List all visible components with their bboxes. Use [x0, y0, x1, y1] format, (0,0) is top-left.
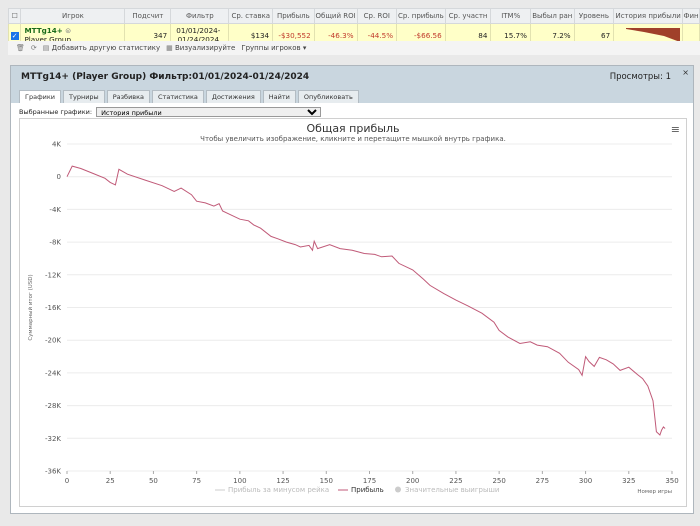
legend-item-big-wins: Значительные выигрыши [405, 486, 499, 494]
x-axis-title: Номер игры [637, 489, 672, 495]
close-icon[interactable]: × [682, 68, 689, 77]
tab-graphs[interactable]: Графики [19, 90, 62, 103]
col-fin[interactable]: Фин [682, 8, 700, 24]
y-tick-label: 0 [57, 173, 61, 181]
y-tick-label: -16K [45, 304, 61, 312]
col-profit-history[interactable]: История прибыли [613, 8, 684, 24]
player-groups-dropdown[interactable]: Группы игроков ▾ [241, 44, 306, 52]
col-total-roi[interactable]: Общий ROI [313, 8, 358, 24]
views-count: Просмотры: 1 [609, 72, 671, 82]
y-tick-label: -24K [45, 369, 61, 377]
col-level[interactable]: Уровень [573, 8, 615, 24]
legend-item-net-profit: Прибыль за минусом рейка [228, 486, 329, 494]
selected-graphs-label: Выбранные графики: [19, 108, 93, 116]
player-groups-label: Группы игроков [241, 44, 301, 52]
tab-publish[interactable]: Опубликовать [297, 90, 359, 103]
x-tick-label: 75 [192, 477, 201, 485]
tab-find[interactable]: Найти [262, 90, 296, 103]
x-tick-label: 50 [149, 477, 158, 485]
col-avg-profit[interactable]: Ср. прибыль [396, 8, 446, 24]
col-avg-roi[interactable]: Ср. ROI [356, 8, 398, 24]
graph-select[interactable]: История прибыли [96, 107, 322, 117]
cell-filter-from: 01/01/2024- [176, 26, 221, 35]
y-tick-label: -36K [45, 468, 61, 476]
x-tick-label: 325 [622, 477, 635, 485]
chart-title: Общая прибыль [306, 122, 400, 135]
y-tick-label: -12K [45, 271, 61, 279]
x-tick-label: 275 [536, 477, 549, 485]
col-early-out[interactable]: Выбыл ран [529, 8, 575, 24]
panel-header: MTTg14+ (Player Group) Фильтр:01/01/2024… [11, 66, 693, 88]
player-panel: × MTTg14+ (Player Group) Фильтр:01/01/20… [10, 65, 694, 514]
y-tick-label: -8K [49, 239, 61, 247]
y-tick-label: -4K [49, 206, 61, 214]
x-tick-label: 25 [106, 477, 115, 485]
x-tick-label: 175 [363, 477, 376, 485]
y-tick-label: -20K [45, 337, 61, 345]
tab-tournaments[interactable]: Турниры [63, 90, 105, 103]
profit-chart[interactable]: 4K0-4K-8K-12K-16K-20K-24K-28K-32K-36K0 25… [20, 119, 686, 506]
x-tick-label: 250 [492, 477, 505, 485]
x-tick-label: 200 [406, 477, 419, 485]
col-filter[interactable]: Фильтр [170, 8, 230, 24]
y-tick-label: -32K [45, 435, 61, 443]
menu-icon[interactable]: ≡ [671, 123, 680, 136]
tab-statistics[interactable]: Статистика [152, 90, 204, 103]
col-avg-stake[interactable]: Ср. ставка [228, 8, 274, 24]
table-toolbar: 🗑 ⟳ ▤ Добавить другую статистику ▦ Визуа… [8, 41, 700, 55]
chart-container[interactable]: Общая прибыль Чтобы увеличить изображени… [19, 118, 687, 507]
group-icon[interactable]: ⊜ [65, 26, 71, 35]
x-tick-label: 300 [579, 477, 592, 485]
col-profit[interactable]: Прибыль [272, 8, 315, 24]
visualize-button[interactable]: ▦ Визуализируйте [166, 44, 235, 52]
legend-item-profit: Прибыль [351, 486, 384, 494]
add-stats-icon: ▤ [42, 44, 50, 52]
col-count[interactable]: Подсчит [124, 8, 172, 24]
chart-subtitle: Чтобы увеличить изображение, кликните и … [200, 135, 506, 143]
tab-breakdown[interactable]: Разбивка [106, 90, 151, 103]
tab-achievements[interactable]: Достижения [205, 90, 261, 103]
col-player[interactable]: Игрок [20, 8, 126, 24]
panel-title: MTTg14+ (Player Group) Фильтр:01/01/2024… [21, 72, 310, 82]
visualize-label: Визуализируйте [175, 44, 236, 52]
col-itm[interactable]: ITM% [490, 8, 531, 24]
panel-tabs: Графики Турниры Разбивка Статистика Дост… [11, 88, 693, 103]
refresh-icon[interactable]: ⟳ [31, 44, 37, 52]
x-tick-label: 100 [233, 477, 246, 485]
x-tick-label: 150 [320, 477, 333, 485]
col-avg-entrants[interactable]: Ср. участн [444, 8, 492, 24]
x-tick-label: 0 [65, 477, 69, 485]
add-stats-label: Добавить другую статистику [51, 44, 161, 52]
player-name[interactable]: MTTg14+ [24, 26, 62, 35]
series-line-profit [66, 165, 666, 436]
chart-icon: ▦ [166, 44, 173, 52]
trash-icon[interactable]: 🗑 [16, 44, 25, 52]
x-tick-label: 225 [449, 477, 462, 485]
x-tick-label: 125 [276, 477, 289, 485]
y-axis-title: Суммарный итог (USD) [27, 274, 34, 340]
x-tick-label: 350 [665, 477, 678, 485]
add-stats-button[interactable]: ▤ Добавить другую статистику [43, 44, 160, 52]
select-all-checkbox[interactable]: ☐ [7, 8, 22, 24]
table-header-row: ☐ Игрок Подсчит Фильтр Ср. ставка Прибыл… [7, 8, 700, 24]
chevron-down-icon: ▾ [302, 44, 307, 52]
legend-swatch-big-wins [395, 486, 401, 493]
y-tick-label: -28K [45, 402, 61, 410]
